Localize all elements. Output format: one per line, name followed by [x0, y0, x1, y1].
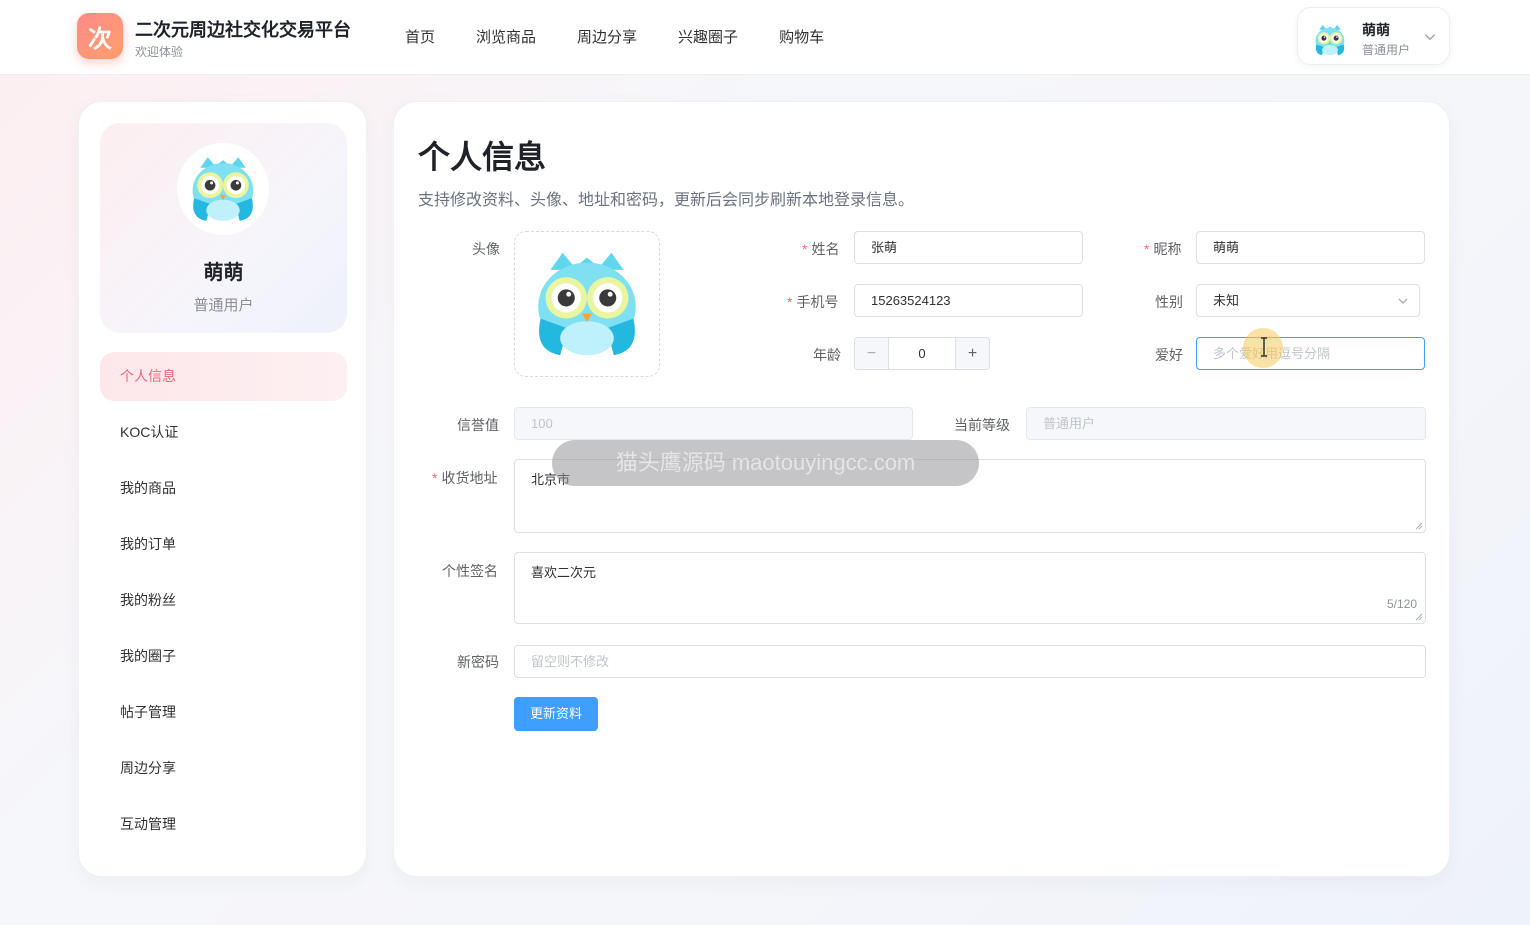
credit-input: 100	[514, 407, 913, 440]
age-label: 年龄	[813, 347, 841, 363]
hobby-input[interactable]: 多个爱好用逗号分隔	[1196, 337, 1425, 370]
sidebar-menu: 个人信息 KOC认证 我的商品 我的订单 我的粉丝 我的圈子 帖子管理 周边分享…	[100, 352, 347, 856]
signature-label: 个性签名	[442, 563, 498, 579]
main-panel: 个人信息 支持修改资料、头像、地址和密码，更新后会同步刷新本地登录信息。 头像 …	[393, 101, 1450, 877]
age-decrement-button[interactable]: −	[855, 338, 889, 369]
age-stepper[interactable]: − 0 +	[854, 337, 990, 370]
nickname-label: * 昵称	[1144, 241, 1182, 257]
brand-subtitle: 欢迎体验	[135, 45, 184, 59]
profile-avatar	[177, 143, 269, 235]
sidebar-item-profile[interactable]: 个人信息	[100, 352, 347, 401]
age-increment-button[interactable]: +	[955, 338, 989, 369]
sidebar-item-my-circles[interactable]: 我的圈子	[100, 632, 347, 681]
chevron-down-icon	[1397, 295, 1409, 307]
password-placeholder: 留空则不修改	[531, 654, 610, 669]
resize-handle-icon[interactable]	[1415, 613, 1423, 621]
update-profile-button[interactable]: 更新资料	[514, 697, 598, 731]
address-label: * 收货地址	[432, 470, 498, 486]
nav-browse-products[interactable]: 浏览商品	[476, 26, 536, 47]
phone-input[interactable]: 15263524123	[854, 284, 1083, 317]
gender-label: 性别	[1155, 294, 1183, 310]
owl-avatar-icon	[1312, 22, 1348, 58]
nav-cart[interactable]: 购物车	[779, 26, 824, 47]
watermark: 猫头鹰源码 maotouyingcc.com	[552, 440, 979, 486]
sidebar-item-my-fans[interactable]: 我的粉丝	[100, 576, 347, 625]
sidebar-item-koc[interactable]: KOC认证	[100, 408, 347, 457]
avatar-upload[interactable]	[514, 231, 660, 377]
level-label: 当前等级	[954, 417, 1010, 433]
level-input: 普通用户	[1026, 407, 1426, 440]
hobby-label: 爱好	[1155, 347, 1183, 363]
profile-card: 萌萌 普通用户	[100, 123, 347, 333]
profile-role: 普通用户	[193, 297, 254, 314]
user-name: 萌萌	[1362, 22, 1390, 38]
name-label: * 姓名	[802, 241, 840, 257]
password-input[interactable]: 留空则不修改	[514, 645, 1426, 678]
app-logo[interactable]: 次	[77, 13, 123, 59]
sidebar-item-my-orders[interactable]: 我的订单	[100, 520, 347, 569]
brand-title: 二次元周边社交化交易平台	[135, 20, 351, 40]
avatar-label: 头像	[472, 241, 500, 257]
sidebar-item-merch-share[interactable]: 周边分享	[100, 744, 347, 793]
credit-label: 信誉值	[457, 417, 499, 433]
nav-interest-circles[interactable]: 兴趣圈子	[678, 26, 738, 47]
nickname-input[interactable]: 萌萌	[1196, 231, 1425, 264]
phone-label: * 手机号	[787, 294, 839, 310]
owl-avatar-icon	[526, 243, 648, 365]
sidebar: 萌萌 普通用户 个人信息 KOC认证 我的商品 我的订单 我的粉丝 我的圈子 帖…	[78, 101, 367, 877]
signature-textarea[interactable]: 喜欢二次元 5/120	[514, 552, 1426, 624]
top-header: 次 二次元周边社交化交易平台 欢迎体验 首页 浏览商品 周边分享 兴趣圈子 购物…	[0, 0, 1530, 75]
name-input[interactable]: 张萌	[854, 231, 1083, 264]
sidebar-item-post-management[interactable]: 帖子管理	[100, 688, 347, 737]
password-label: 新密码	[457, 654, 499, 670]
user-menu[interactable]: 萌萌 普通用户	[1297, 7, 1450, 65]
sidebar-item-my-products[interactable]: 我的商品	[100, 464, 347, 513]
page-description: 支持修改资料、头像、地址和密码，更新后会同步刷新本地登录信息。	[418, 192, 915, 209]
nav-home[interactable]: 首页	[405, 26, 435, 47]
profile-name: 萌萌	[203, 262, 244, 284]
signature-char-count: 5/120	[1386, 597, 1417, 611]
resize-handle-icon[interactable]	[1415, 522, 1423, 530]
owl-avatar-icon	[185, 151, 261, 227]
chevron-down-icon	[1423, 30, 1437, 44]
user-role: 普通用户	[1362, 43, 1411, 57]
top-nav: 首页 浏览商品 周边分享 兴趣圈子 购物车	[405, 26, 865, 47]
gender-select[interactable]: 未知	[1196, 284, 1420, 317]
age-value[interactable]: 0	[889, 338, 955, 369]
text-cursor-icon	[1261, 337, 1267, 357]
signature-value: 喜欢二次元	[531, 565, 597, 580]
nav-merch-share[interactable]: 周边分享	[577, 26, 637, 47]
gender-selected-value: 未知	[1213, 293, 1240, 308]
page-title: 个人信息	[418, 139, 547, 175]
sidebar-item-interaction-management[interactable]: 互动管理	[100, 800, 347, 849]
